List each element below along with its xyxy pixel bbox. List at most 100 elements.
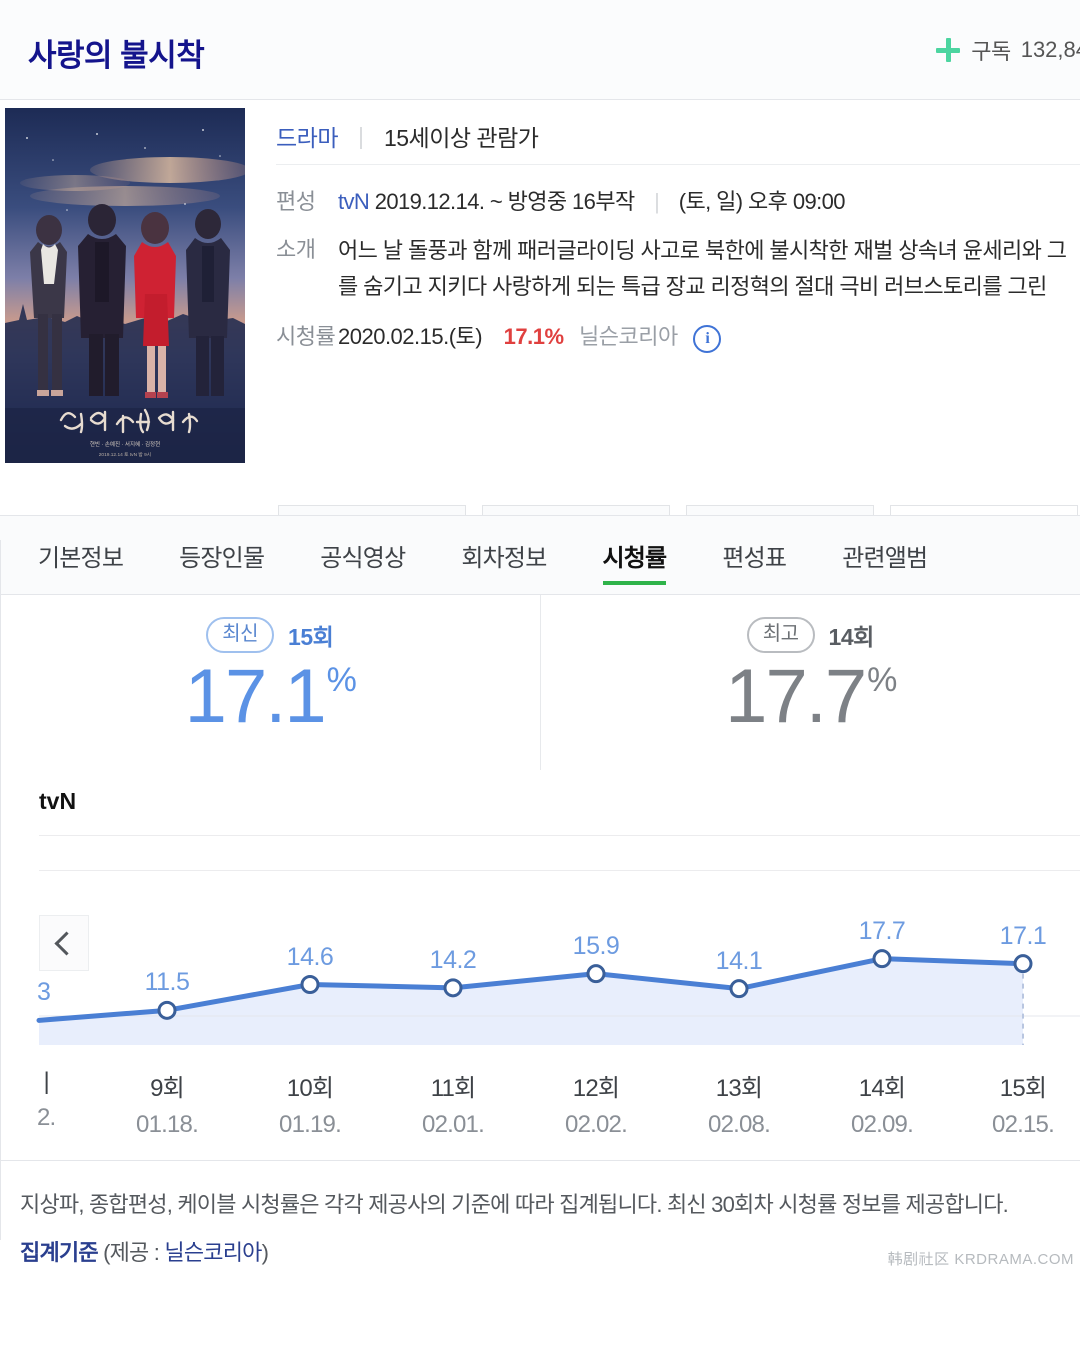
chart-point-label: 14.2 [429, 945, 477, 974]
chart-x-tick-date: 01.19. [279, 1111, 342, 1138]
chart-x-tick: 10회 01.19. [279, 1068, 342, 1139]
latest-badge-row: 최신 15회 [206, 617, 334, 653]
tab-related-album[interactable]: 관련앨범 [842, 515, 928, 595]
latest-rating-number: 17.1 [184, 654, 327, 739]
tab-basic-info[interactable]: 기본정보 [38, 515, 124, 595]
chart-channel-label: tvN [39, 788, 77, 814]
age-rating-label: 15세이상 관람가 [383, 125, 539, 151]
info-circle-icon[interactable]: i [693, 324, 722, 353]
schedule-row: 편성 tvN 2019.12.14. ~ 방영중 16부작 | (토, 일) 오… [276, 185, 1080, 219]
chart-x-tick-episode: 10회 [286, 1075, 334, 1102]
footer-note: 지상파, 종합편성, 케이블 시청률은 각각 제공사의 기준에 따라 집계됩니다… [20, 1192, 1009, 1217]
synopsis-line-2: 를 숨기고 지키다 사랑하게 되는 특급 장교 리정혁의 절대 극비 러브스토리… [338, 273, 1047, 299]
chart-x-tick: 14회 02.09. [851, 1068, 914, 1139]
highest-rating-value: 17.7% [725, 649, 898, 744]
rating-value: 17.1% [503, 324, 564, 350]
synopsis-line-1: 어느 날 돌풍과 함께 패러글라이딩 사고로 북한에 불시착한 재벌 상속녀 윤… [338, 238, 1067, 264]
content-left-rail [0, 540, 1, 1240]
chart-x-tick-episode: 11회 [430, 1075, 476, 1102]
chart-x-tick-date: 01.18. [136, 1111, 199, 1138]
chart-x-tick-date: 02.08. [708, 1111, 771, 1138]
highest-badge: 최고 [746, 617, 815, 653]
drama-info-section: 현빈 · 손예진 · 서지혜 · 김정현 2019.12.14 토 tvN 밤 … [0, 100, 1080, 573]
page-header: 사랑의 불시착 구독 132,84 [0, 0, 1080, 100]
schedule-text: 2019.12.14. ~ 방영중 16부작 [374, 189, 635, 214]
aggregation-standard-link[interactable]: 집계기준 [20, 1240, 99, 1265]
site-watermark: 韩剧社区 KRDRAMA.COM [887, 1251, 1074, 1268]
latest-rating-card: 최신 15회 17.1% [0, 595, 540, 770]
ratings-chart: tvN 3 11.5 14.6 14.2 15.9 14.1 17.7 17.1 | 2. 9회 0… [0, 770, 1080, 1160]
chart-point-label: 17.1 [999, 921, 1047, 950]
chart-x-tick-date: 02.09. [851, 1111, 914, 1138]
synopsis-row: 소개 어느 날 돌풍과 함께 패러글라이딩 사고로 북한에 불시착한 재벌 상속… [276, 233, 1080, 304]
chart-x-tick-date: 02.15. [992, 1111, 1055, 1138]
chart-x-tick: 11회 02.01. [422, 1068, 485, 1139]
chart-x-tick-episode: 12회 [572, 1075, 620, 1102]
chart-gridline [39, 835, 1080, 836]
chart-x-tick-episode: 15회 [999, 1075, 1047, 1102]
chart-x-tick: 13회 02.08. [708, 1068, 771, 1139]
chart-point-label: 14.1 [715, 946, 763, 975]
drama-details: 드라마 | 15세이상 관람가 편성 tvN 2019.12.14. ~ 방영중… [276, 108, 1080, 354]
viewer-rating-row: 시청률 2020.02.15.(토) 17.1% 닐슨코리아 i [276, 320, 1080, 354]
highest-rating-card: 최고 14회 17.7% [539, 595, 1080, 770]
chart-point-label: 17.7 [858, 916, 906, 945]
airtime-text: (토, 일) 오후 09:00 [678, 189, 846, 214]
rating-source: 닐슨코리아 [579, 324, 678, 350]
genre-link[interactable]: 드라마 [276, 119, 338, 153]
latest-rating-unit: % [326, 661, 357, 699]
rating-key: 시청률 [276, 324, 336, 350]
chart-x-tick-date: 2. [37, 1104, 56, 1131]
chart-point-label: 11.5 [144, 968, 190, 997]
chart-footer: 지상파, 종합편성, 케이블 시청률은 각각 제공사의 기준에 따라 집계됩니다… [0, 1160, 1080, 1275]
chart-gridline [39, 870, 1080, 871]
footer-paren-close: ) [261, 1240, 269, 1265]
latest-episode: 15회 [288, 624, 334, 650]
schedule-value: tvN 2019.12.14. ~ 방영중 16부작 | (토, 일) 오후 0… [338, 185, 845, 219]
highest-rating-unit: % [867, 661, 898, 699]
tab-official-video[interactable]: 공식영상 [320, 515, 406, 595]
chart-x-tick: 12회 02.02. [565, 1068, 628, 1139]
schedule-key: 편성 [276, 189, 316, 214]
chart-x-tick-date: 02.01. [422, 1111, 485, 1138]
highest-badge-row: 최고 14회 [746, 617, 875, 653]
channel-link[interactable]: tvN [338, 189, 370, 214]
subscribe-button[interactable]: 구독 132,84 [935, 34, 1080, 66]
rating-summary: 최신 15회 17.1% 최고 14회 17.7% [0, 595, 1080, 770]
rating-date: 2020.02.15.(토) [338, 324, 483, 350]
genre-divider: | [357, 122, 364, 149]
highest-rating-number: 17.7 [725, 654, 867, 739]
genre-row: 드라마 | 15세이상 관람가 [276, 108, 1080, 165]
latest-rating-value: 17.1% [184, 649, 357, 744]
chart-point-label: 14.6 [286, 942, 334, 971]
svg-text:2019.12.14 토 tvN 밤 9시: 2019.12.14 토 tvN 밤 9시 [99, 451, 151, 458]
footer-paren-open: (제공 : [97, 1240, 165, 1265]
chart-x-tick-episode: 14회 [858, 1075, 906, 1102]
chart-x-tick: 15회 02.15. [992, 1068, 1055, 1139]
tab-schedule[interactable]: 편성표 [722, 515, 787, 595]
page-title: 사랑의 불시착 [28, 38, 205, 73]
drama-poster[interactable]: 현빈 · 손예진 · 서지혜 · 김정현 2019.12.14 토 tvN 밤 … [5, 108, 245, 463]
chart-x-tick-episode: | [43, 1068, 49, 1095]
content-tabbar: 기본정보 등장인물 공식영상 회차정보 시청률 편성표 관련앨범 [0, 515, 1080, 595]
chart-point-label: 3 [37, 978, 51, 1007]
subscribe-count: 132,84 [1020, 37, 1080, 62]
latest-badge: 최신 [206, 617, 275, 653]
tab-viewer-ratings[interactable]: 시청률 [602, 515, 667, 595]
chart-x-axis: | 2. 9회 01.18. 10회 01.19. 11회 02.01. 12회 02.02. 13… [1, 1060, 1080, 1150]
schedule-divider: | [654, 189, 660, 214]
tab-characters[interactable]: 등장인물 [179, 515, 265, 595]
chart-point-labels: 3 11.5 14.6 14.2 15.9 14.1 17.7 17.1 [1, 910, 1080, 1045]
svg-text:현빈 · 손예진 · 서지혜 · 김정현: 현빈 · 손예진 · 서지혜 · 김정현 [90, 440, 160, 448]
tab-episode-info[interactable]: 회차정보 [461, 515, 547, 595]
highest-episode: 14회 [828, 624, 875, 650]
synopsis-key: 소개 [276, 237, 316, 263]
chart-x-tick-episode: 13회 [715, 1075, 763, 1102]
chart-x-tick-episode: 9회 [150, 1075, 185, 1102]
chart-x-tick: 9회 01.18. [136, 1068, 199, 1139]
chart-x-tick-date: 02.02. [565, 1111, 628, 1138]
chart-x-tick: | 2. [37, 1068, 56, 1132]
subscribe-label: 구독 [971, 39, 1011, 64]
footer-source: 닐슨코리아 [164, 1240, 262, 1265]
plus-icon [935, 37, 961, 63]
